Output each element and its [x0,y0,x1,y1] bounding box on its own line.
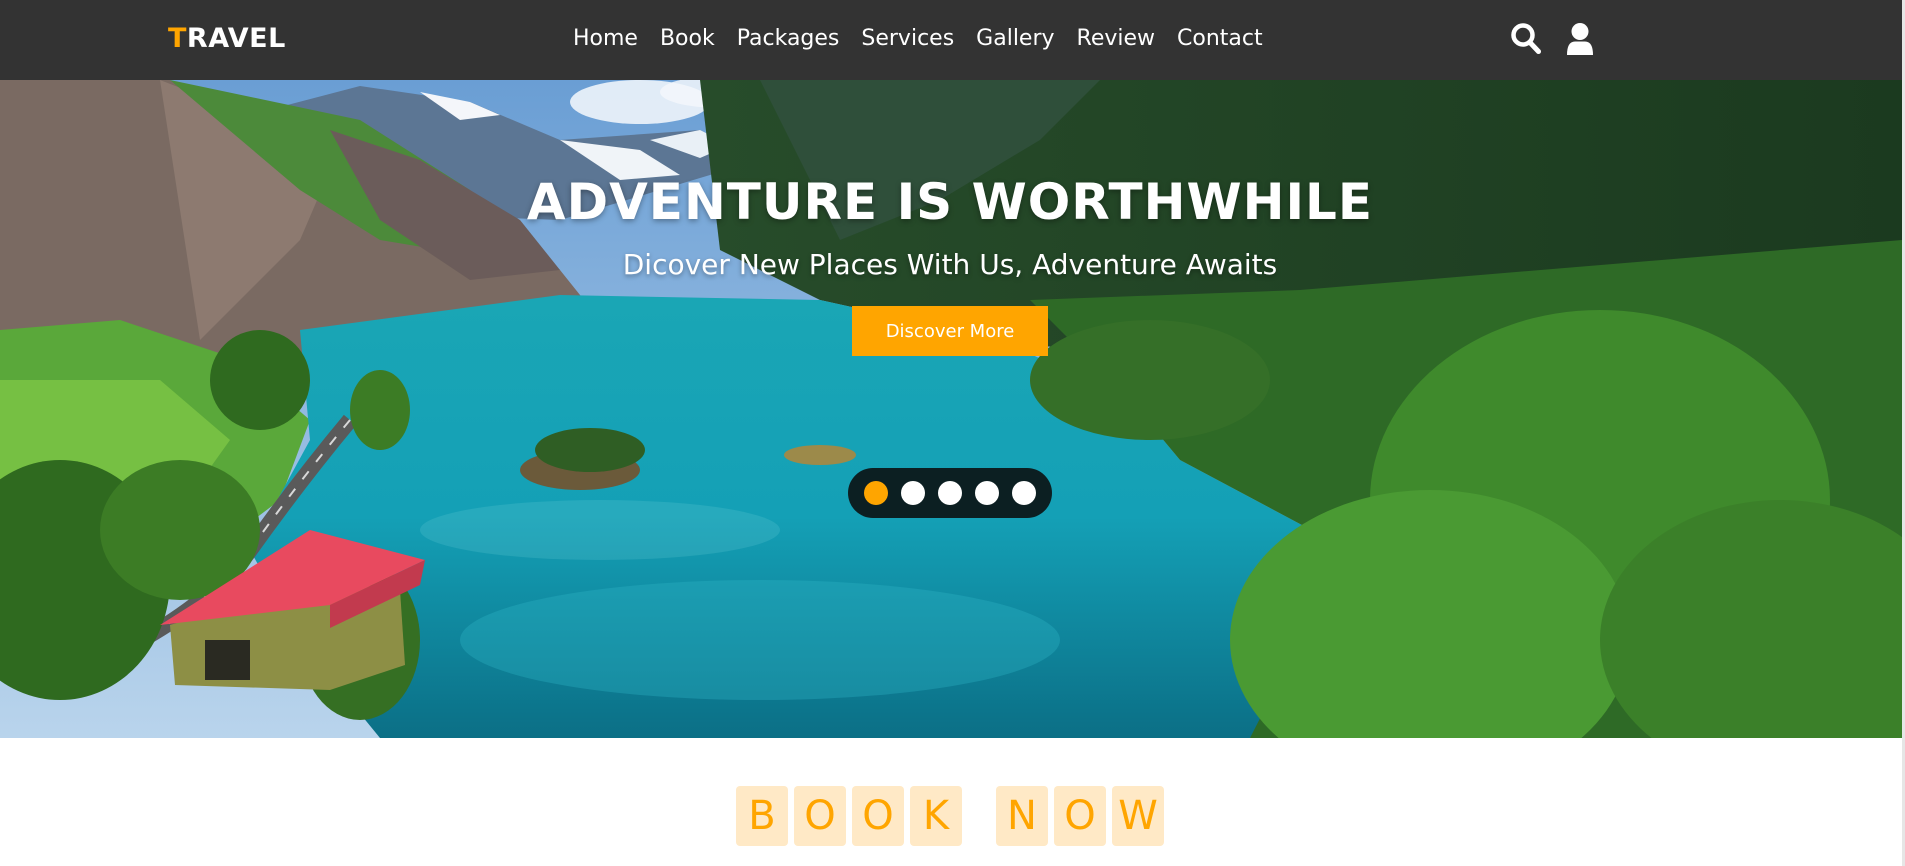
nav-home[interactable]: Home [573,20,638,58]
heading-word-gap [968,786,990,846]
nav-services[interactable]: Services [861,20,954,58]
heading-letter: O [852,786,904,846]
slide-dot-5[interactable] [1012,481,1036,505]
header-icons [1510,22,1596,56]
user-icon[interactable] [1564,22,1596,56]
site-header: TRAVEL Home Book Packages Services Galle… [0,0,1905,80]
book-now-heading: B O O K N O W [736,786,1164,846]
discover-more-button[interactable]: Discover More [852,306,1048,356]
slider-pagination [848,468,1052,518]
logo-text: RAVEL [186,23,286,54]
main-nav: Home Book Packages Services Gallery Revi… [573,20,1263,58]
nav-contact[interactable]: Contact [1177,20,1263,58]
logo[interactable]: TRAVEL [168,20,286,58]
heading-letter: O [794,786,846,846]
nav-gallery[interactable]: Gallery [976,20,1054,58]
heading-letter: O [1054,786,1106,846]
heading-letter: B [736,786,788,846]
heading-letter: K [910,786,962,846]
heading-letter: N [996,786,1048,846]
search-icon[interactable] [1510,22,1542,56]
hero-banner: ADVENTURE IS WORTHWHILE Dicover New Plac… [0,80,1902,738]
logo-accent-letter: T [168,23,187,54]
nav-review[interactable]: Review [1077,20,1156,58]
heading-letter: W [1112,786,1164,846]
slide-dot-4[interactable] [975,481,999,505]
nav-packages[interactable]: Packages [737,20,840,58]
slide-dot-3[interactable] [938,481,962,505]
slide-dot-1[interactable] [864,481,888,505]
slide-dot-2[interactable] [901,481,925,505]
nav-book[interactable]: Book [660,20,715,58]
hero-subtitle: Dicover New Places With Us, Adventure Aw… [622,248,1278,281]
hero-title: ADVENTURE IS WORTHWHILE [526,173,1374,231]
